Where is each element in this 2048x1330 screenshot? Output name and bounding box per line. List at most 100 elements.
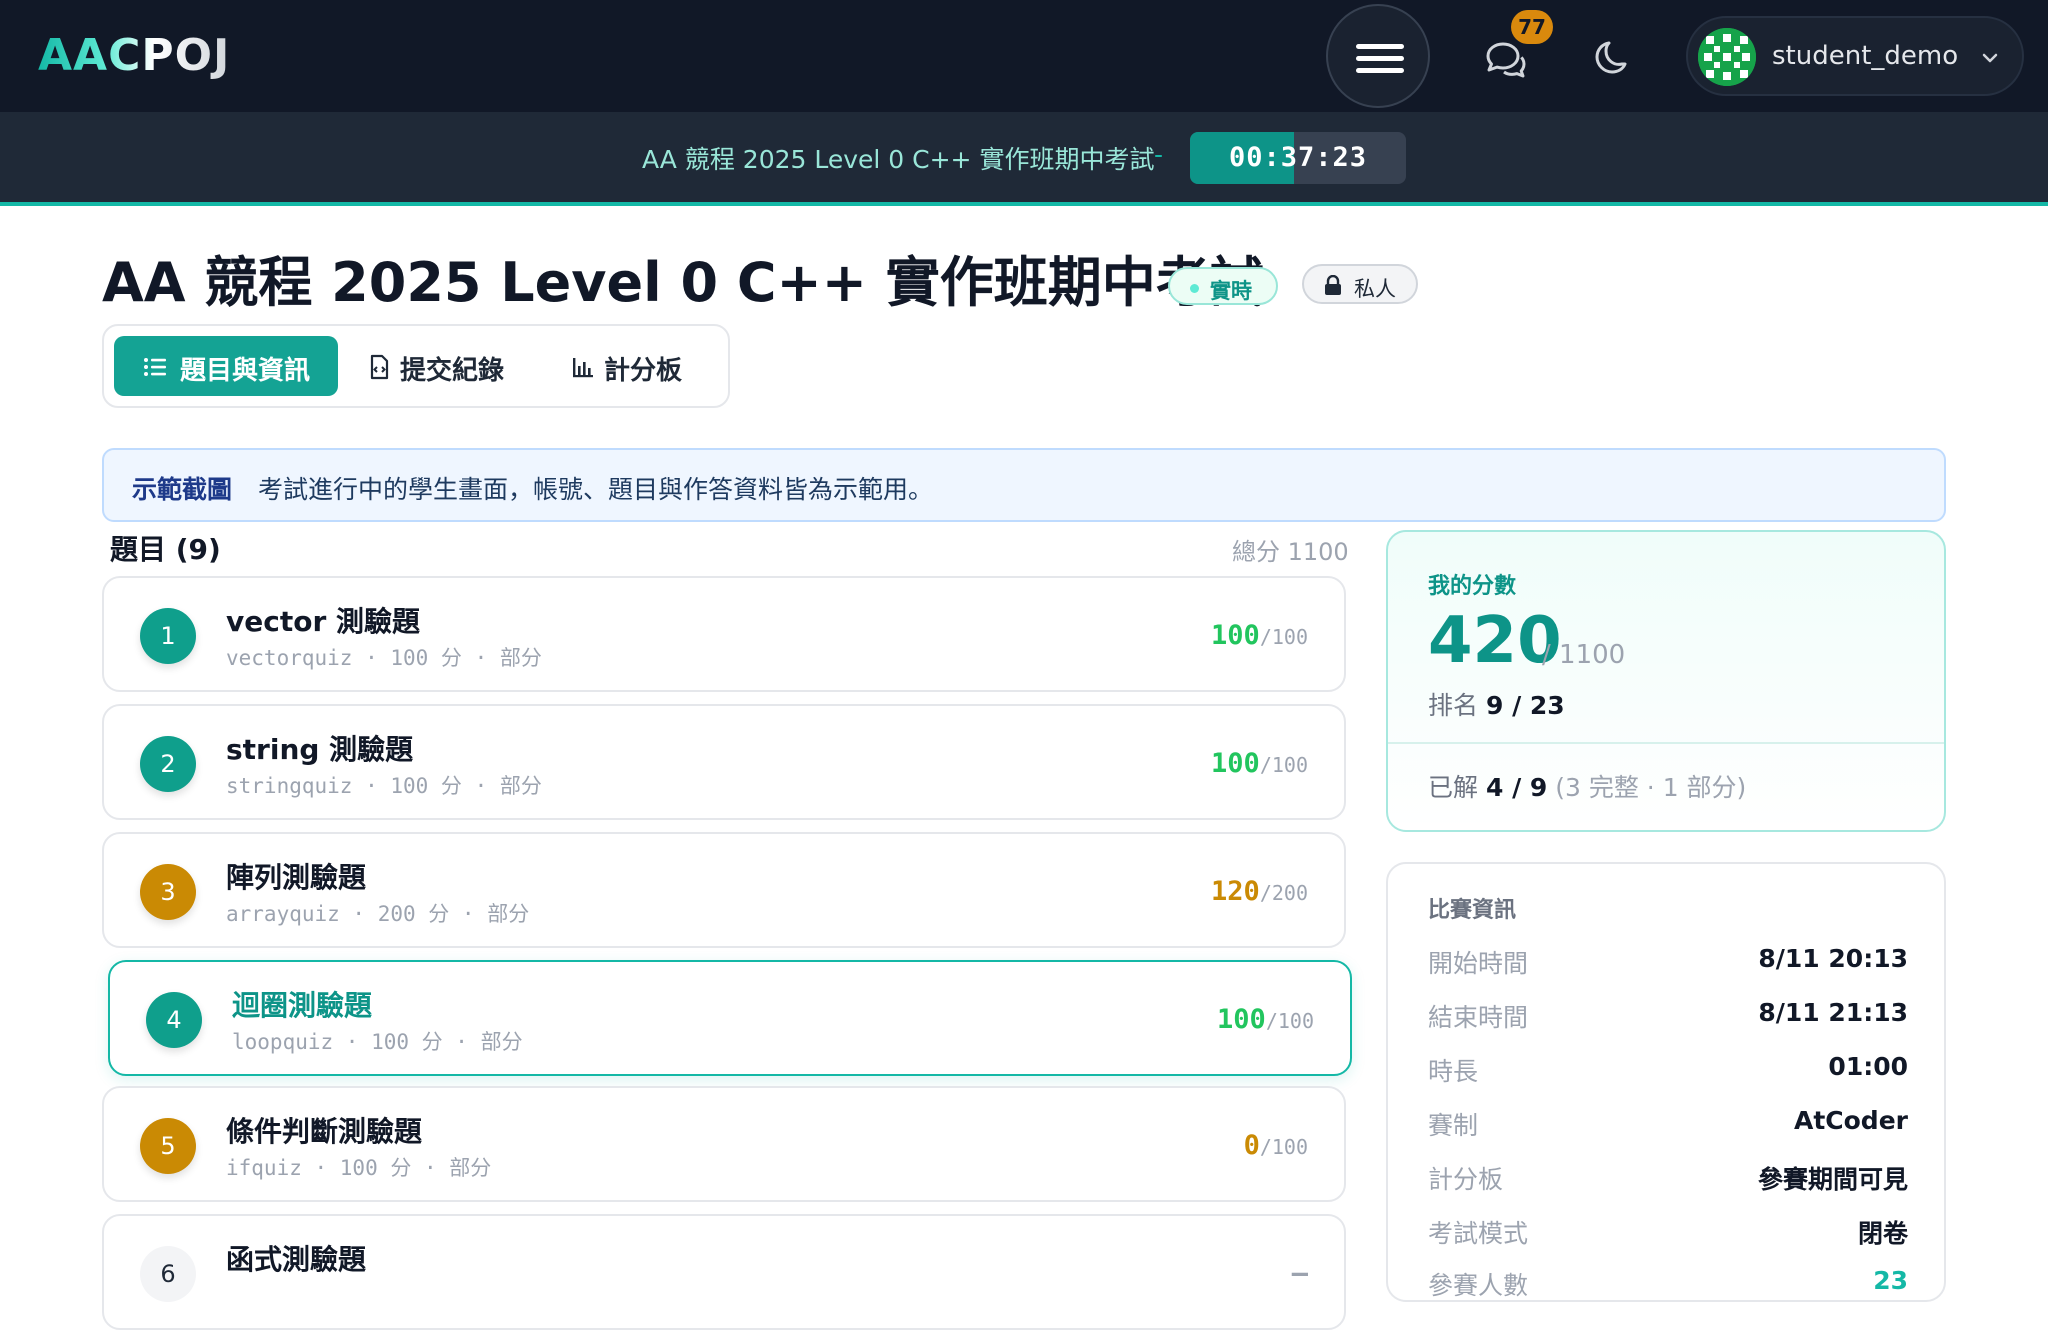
problem-title: 迴圈測驗題	[232, 989, 373, 1022]
timer-contest-title: AA 競程 2025 Level 0 C++ 實作班期中考試	[642, 145, 1155, 174]
problem-title: 陣列測驗題	[226, 861, 367, 894]
info-value: 參賽期間可見	[1757, 1165, 1908, 1194]
tab-label: 計分板	[604, 356, 683, 386]
file-code-icon	[370, 354, 389, 380]
problem-card[interactable]: 1 vector 測驗題 vectorquiz · 100 分 · 部分 100…	[102, 576, 1346, 692]
contest-tabs: 題目與資訊 提交紀錄 計分板	[102, 324, 730, 408]
contest-info-card: 比賽資訊 開始時間 8/11 20:13 結束時間 8/11 21:13 時長 01:…	[1386, 862, 1946, 1302]
score-got: 100	[1211, 620, 1260, 651]
lock-icon	[1325, 275, 1341, 295]
problem-number: 4	[146, 992, 202, 1048]
info-value: 閉卷	[1857, 1219, 1908, 1248]
tab-label: 提交紀錄	[400, 356, 505, 386]
problem-number: 6	[140, 1246, 196, 1302]
hamburger-icon-bar	[1356, 68, 1404, 73]
theme-toggle-button[interactable]	[1592, 34, 1636, 78]
user-menu[interactable]: student_demo	[1686, 16, 2024, 96]
live-badge-label: 實時	[1210, 279, 1252, 303]
solved-line: 已解 4 / 9 (3 完整 · 1 部分)	[1428, 768, 1746, 804]
tab-problems-info[interactable]: 題目與資訊	[114, 336, 338, 396]
problem-card-selected[interactable]: 4 迴圈測驗題 loopquiz · 100 分 · 部分 100/100	[108, 960, 1352, 1076]
problem-number: 3	[140, 864, 196, 920]
info-key: 計分板	[1428, 1165, 1504, 1194]
divider	[1388, 742, 1944, 744]
info-row: 開始時間 8/11 20:13	[1428, 944, 1908, 984]
info-row: 參賽人數 23	[1428, 1266, 1908, 1300]
tab-label: 題目與資訊	[180, 356, 311, 386]
menu-button[interactable]	[1326, 4, 1430, 108]
message-count-badge: 77	[1511, 10, 1553, 44]
score-max: /100	[1259, 625, 1308, 649]
problem-score: 100/100	[1217, 1004, 1314, 1035]
problem-meta: stringquiz · 100 分 · 部分	[226, 774, 542, 798]
timer-separator: -	[1154, 140, 1164, 169]
problem-number: 5	[140, 1118, 196, 1174]
info-row: 賽制 AtCoder	[1428, 1106, 1908, 1146]
problem-total-score: 總分 1100	[1232, 538, 1349, 566]
score-got: –	[1291, 1258, 1308, 1289]
hamburger-icon-bar	[1356, 56, 1404, 61]
countdown-timer: 00:37:23	[1190, 132, 1406, 184]
problem-score: 0/100	[1244, 1130, 1308, 1161]
list-icon	[144, 358, 166, 376]
info-key: 結束時間	[1428, 1003, 1529, 1032]
score-max: /100	[1259, 1135, 1308, 1159]
info-value: 01:00	[1828, 1052, 1908, 1081]
my-score-label: 我的分數	[1428, 574, 1517, 599]
problem-score: 100/100	[1211, 620, 1308, 651]
problem-score: –	[1292, 1258, 1308, 1289]
tab-submissions[interactable]: 提交紀錄	[360, 336, 510, 396]
my-score-card: 我的分數 420 / 1100 排名 9 / 23 已解 4 / 9 (3 完整…	[1386, 530, 1946, 832]
contest-info-title: 比賽資訊	[1428, 898, 1517, 923]
top-navbar: AACPOJ 77 student_demo	[0, 0, 2048, 112]
demo-notice: 示範截圖 考試進行中的學生畫面，帳號、題目與作答資料皆為示範用。	[102, 448, 1946, 522]
info-key: 開始時間	[1428, 949, 1529, 978]
notice-text: 考試進行中的學生畫面，帳號、題目與作答資料皆為示範用。	[258, 475, 934, 504]
problem-score: 120/200	[1211, 876, 1308, 907]
score-max: /200	[1259, 881, 1308, 905]
score-got: 100	[1217, 1004, 1266, 1035]
problem-number: 2	[140, 736, 196, 792]
solved-value: 4 / 9	[1485, 773, 1548, 802]
problem-card[interactable]: 3 陣列測驗題 arrayquiz · 200 分 · 部分 120/200	[102, 832, 1346, 948]
contest-timer-bar: AA 競程 2025 Level 0 C++ 實作班期中考試 - 00:37:2…	[0, 112, 2048, 206]
info-value: 8/11 21:13	[1758, 998, 1908, 1027]
bar-chart-icon	[573, 358, 593, 378]
problem-title: 函式測驗題	[226, 1243, 367, 1276]
my-score-max: / 1100	[1542, 640, 1626, 670]
solved-label: 已解	[1428, 773, 1479, 802]
rank-value: 9 / 23	[1485, 691, 1565, 720]
site-logo[interactable]: AACPOJ	[38, 30, 230, 81]
tab-scoreboard[interactable]: 計分板	[564, 336, 714, 396]
avatar	[1698, 28, 1756, 86]
problem-card[interactable]: 5 條件判斷測驗題 ifquiz · 100 分 · 部分 0/100	[102, 1086, 1346, 1202]
info-key: 考試模式	[1428, 1219, 1529, 1248]
info-key: 參賽人數	[1428, 1271, 1529, 1300]
score-got: 100	[1211, 748, 1260, 779]
problem-number: 1	[140, 608, 196, 664]
info-row: 時長 01:00	[1428, 1052, 1908, 1092]
problem-meta: loopquiz · 100 分 · 部分	[232, 1030, 523, 1054]
solved-detail: (3 完整 · 1 部分)	[1555, 773, 1747, 802]
info-key: 時長	[1428, 1057, 1479, 1086]
problem-score: 100/100	[1211, 748, 1308, 779]
info-row: 結束時間 8/11 21:13	[1428, 998, 1908, 1038]
info-key: 賽制	[1428, 1111, 1479, 1140]
info-value: 8/11 20:13	[1758, 944, 1908, 973]
info-row: 計分板 參賽期間可見	[1428, 1160, 1908, 1200]
private-badge: 私人	[1302, 264, 1418, 304]
problem-meta: ifquiz · 100 分 · 部分	[226, 1156, 492, 1180]
info-value: AtCoder	[1793, 1106, 1908, 1135]
notice-title: 示範截圖	[132, 475, 233, 504]
problem-title: string 測驗題	[226, 733, 414, 766]
rank-label: 排名	[1428, 691, 1479, 720]
moon-icon	[1595, 41, 1627, 74]
problem-card[interactable]: 6 函式測驗題 –	[102, 1214, 1346, 1330]
private-badge-label: 私人	[1354, 277, 1396, 301]
score-got: 120	[1211, 876, 1260, 907]
problem-title: 條件判斷測驗題	[226, 1115, 423, 1148]
username: student_demo	[1772, 41, 1959, 71]
problem-meta: arrayquiz · 200 分 · 部分	[226, 902, 530, 926]
problem-card[interactable]: 2 string 測驗題 stringquiz · 100 分 · 部分 100…	[102, 704, 1346, 820]
score-max: /100	[1259, 753, 1308, 777]
